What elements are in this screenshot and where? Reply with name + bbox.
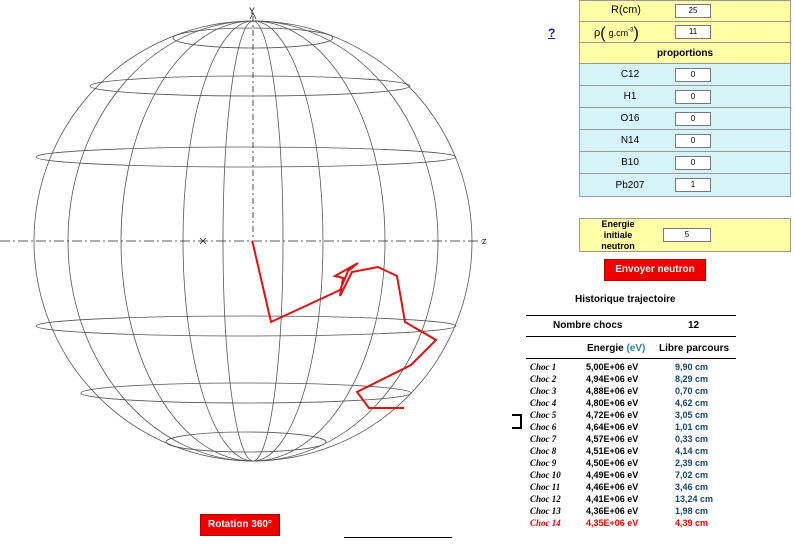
rotation-button[interactable]: Rotation 360° <box>200 514 280 536</box>
proportion-input-h1[interactable] <box>675 90 711 104</box>
proportion-input-o16[interactable] <box>675 112 711 126</box>
z-axis-label: Z <box>482 239 487 246</box>
proportion-input-pb207[interactable] <box>675 178 711 192</box>
proportion-label: Pb207 <box>615 180 645 191</box>
proportion-row-n14: N14 <box>579 129 791 152</box>
y-axis-label: Y <box>249 6 255 16</box>
proportion-input-n14[interactable] <box>675 134 711 148</box>
density-row: ρ( g.cm-3) <box>579 21 791 43</box>
help-link[interactable]: ? <box>548 26 555 40</box>
sphere-view: Y Z <box>0 6 487 462</box>
proportion-input-b10[interactable] <box>675 156 711 170</box>
proportion-row-h1: H1 <box>579 85 791 108</box>
radius-input[interactable] <box>675 4 711 18</box>
energy-label: Energie initiale neutron <box>601 219 635 251</box>
energy-input[interactable] <box>663 228 711 242</box>
proportion-row-c12: C12 <box>579 63 791 86</box>
proportion-label: N14 <box>620 135 640 146</box>
parallel <box>89 75 411 97</box>
energy-row: Energie initiale neutron <box>579 218 791 252</box>
density-label: ρ( g.cm-3) <box>594 25 639 42</box>
proportion-input-c12[interactable] <box>675 68 711 82</box>
radius-label: R(cm) <box>611 4 641 16</box>
parallel <box>35 146 457 168</box>
row-marker <box>512 414 522 429</box>
chocs-count-label: Nombre chocs <box>553 320 623 331</box>
history-title: Historique trajectoire <box>575 294 676 305</box>
parallel <box>80 382 412 404</box>
proportions-header: proportions <box>579 42 791 64</box>
send-neutron-button[interactable]: Envoyer neutron <box>604 259 706 281</box>
proportions-title: proportions <box>656 48 714 59</box>
proportion-label: C12 <box>620 69 640 80</box>
proportion-label: B10 <box>621 157 639 168</box>
chocs-count-value: 12 <box>688 320 700 331</box>
proportion-row-b10: B10 <box>579 151 791 174</box>
proportion-label: O16 <box>620 113 640 124</box>
proportion-label: H1 <box>623 91 637 102</box>
energy-column-header: Energie (eV) <box>587 343 646 354</box>
proportion-row-pb207: Pb207 <box>579 173 791 197</box>
path-column-header: Libre parcours <box>659 343 730 354</box>
bottom-divider <box>344 537 452 538</box>
parallel <box>165 431 327 453</box>
parallel <box>35 315 457 337</box>
proportion-row-o16: O16 <box>579 107 791 130</box>
density-input[interactable] <box>675 25 711 39</box>
radius-row: R(cm) <box>579 0 791 22</box>
